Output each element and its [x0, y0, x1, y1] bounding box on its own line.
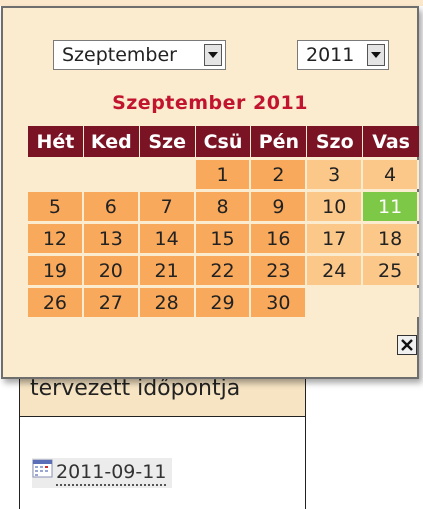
selected-day-cell[interactable]: 11 — [363, 192, 420, 221]
chevron-down-icon[interactable] — [204, 44, 222, 66]
month-select[interactable]: Szeptember — [53, 40, 226, 70]
empty-day-cell — [307, 288, 364, 317]
calendar-week: 5 6 7 8 9 10 11 — [28, 192, 420, 221]
calendar-week: 12 13 14 15 16 17 18 — [28, 224, 420, 253]
day-cell[interactable]: 13 — [83, 224, 140, 253]
day-cell[interactable]: 19 — [28, 256, 84, 285]
close-icon — [401, 339, 413, 351]
month-select-value: Szeptember — [62, 44, 177, 66]
day-cell[interactable]: 25 — [363, 256, 420, 285]
day-cell[interactable]: 6 — [83, 192, 140, 221]
day-cell[interactable]: 18 — [363, 224, 420, 253]
empty-day-cell — [363, 288, 420, 317]
day-cell[interactable]: 7 — [139, 192, 196, 221]
day-cell[interactable]: 24 — [307, 256, 364, 285]
day-cell[interactable]: 12 — [28, 224, 84, 253]
day-cell[interactable]: 10 — [307, 192, 364, 221]
chevron-down-icon[interactable] — [367, 44, 385, 66]
day-cell[interactable]: 27 — [83, 288, 140, 317]
year-select[interactable]: 2011 — [297, 40, 389, 70]
day-cell[interactable]: 3 — [307, 160, 364, 189]
day-cell[interactable]: 8 — [195, 192, 252, 221]
date-value[interactable]: 2011-09-11 — [56, 460, 167, 486]
day-cell[interactable]: 17 — [307, 224, 364, 253]
day-cell[interactable]: 5 — [28, 192, 84, 221]
close-button[interactable] — [397, 335, 417, 355]
calendar-week: 1 2 3 4 — [28, 160, 420, 189]
year-select-value: 2011 — [306, 44, 355, 66]
empty-day-cell — [140, 160, 196, 189]
date-field[interactable]: 2011-09-11 — [32, 458, 173, 488]
day-cell[interactable]: 9 — [251, 192, 308, 221]
day-cell[interactable]: 21 — [139, 256, 196, 285]
day-cell[interactable]: 28 — [139, 288, 196, 317]
day-cell[interactable]: 29 — [195, 288, 252, 317]
day-cell[interactable]: 16 — [251, 224, 308, 253]
calendar-popup: Szeptember 2011 Szeptember 2011 Hét Ked … — [1, 6, 420, 379]
day-cell[interactable]: 26 — [28, 288, 84, 317]
day-cell[interactable]: 4 — [363, 160, 420, 189]
calendar-grid: Hét Ked Sze Csü Pén Szo Vas 1 2 3 4 5 6 … — [28, 126, 420, 317]
weekday-header-row: Hét Ked Sze Csü Pén Szo Vas — [28, 126, 420, 157]
weekday-header: Vas — [363, 126, 420, 157]
form-section-heading: tervezett időpontja — [30, 376, 241, 401]
calendar-icon[interactable] — [32, 458, 54, 480]
weekday-header: Szo — [307, 126, 364, 157]
day-cell[interactable]: 22 — [195, 256, 252, 285]
day-cell[interactable]: 2 — [251, 160, 308, 189]
weekday-header: Hét — [28, 126, 84, 157]
weekday-header: Csü — [195, 126, 252, 157]
calendar-week: 19 20 21 22 23 24 25 — [28, 256, 420, 285]
day-cell[interactable]: 14 — [139, 224, 196, 253]
day-cell[interactable]: 30 — [251, 288, 308, 317]
day-cell[interactable]: 1 — [195, 160, 252, 189]
empty-day-cell — [28, 160, 84, 189]
day-cell[interactable]: 23 — [251, 256, 308, 285]
day-cell[interactable]: 20 — [83, 256, 140, 285]
calendar-week: 26 27 28 29 30 — [28, 288, 420, 317]
day-cell[interactable]: 15 — [195, 224, 252, 253]
calendar-title: Szeptember 2011 — [112, 92, 308, 114]
weekday-header: Ked — [83, 126, 140, 157]
empty-day-cell — [84, 160, 140, 189]
form-section: tervezett időpontja 2011-09-11 — [19, 362, 306, 509]
weekday-header: Sze — [139, 126, 196, 157]
weekday-header: Pén — [251, 126, 308, 157]
